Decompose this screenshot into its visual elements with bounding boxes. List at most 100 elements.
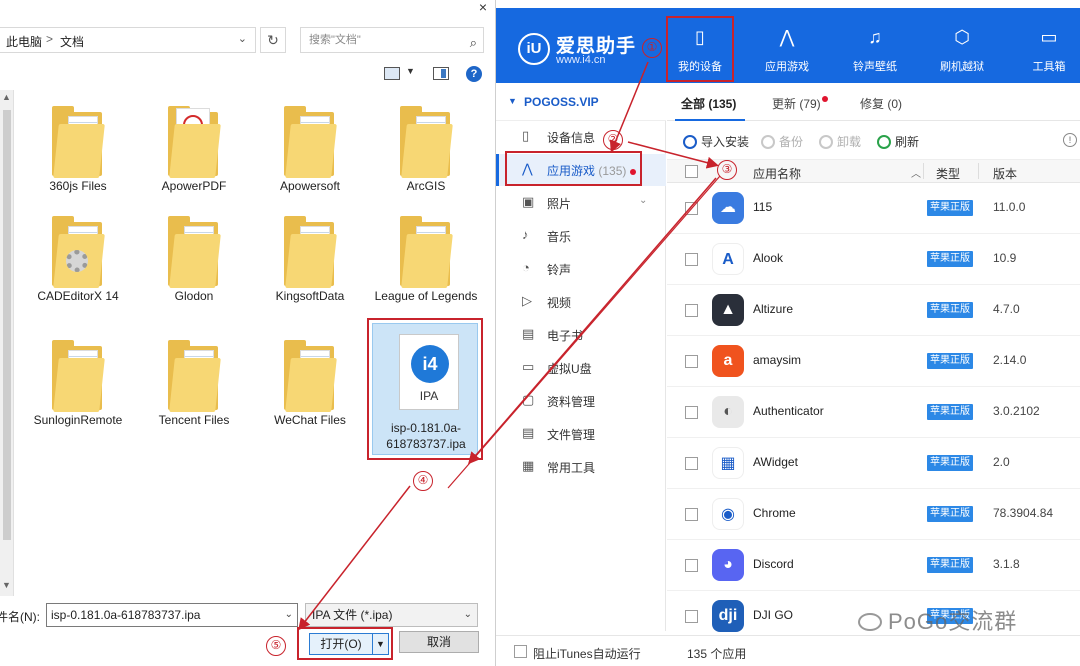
- row-checkbox[interactable]: [685, 610, 698, 623]
- table-row[interactable]: ◐ Authenticator 苹果正版 3.0.2102: [667, 387, 1080, 438]
- import-install-button[interactable]: 导入安装: [683, 133, 749, 150]
- chevron-down-icon[interactable]: ⌄: [238, 32, 247, 45]
- breadcrumb-separator: >: [46, 32, 54, 46]
- row-checkbox[interactable]: [685, 355, 698, 368]
- step-3-marker: ③: [717, 160, 737, 180]
- device-selector[interactable]: ▼ POGOSS.VIP: [496, 83, 666, 121]
- ipa-file-item[interactable]: i4 IPA isp-0.181.0a-618783737.ipa: [372, 323, 478, 455]
- nav-item[interactable]: ⬡ 刷机越狱: [922, 20, 1002, 82]
- device-name: POGOSS.VIP: [524, 95, 599, 109]
- breadcrumb-this-pc[interactable]: 此电脑: [6, 33, 42, 50]
- tab-updates[interactable]: 更新 (79): [772, 95, 828, 112]
- table-row[interactable]: A Alook 苹果正版 10.9: [667, 234, 1080, 285]
- table-row[interactable]: ◕ Discord 苹果正版 3.1.8: [667, 540, 1080, 591]
- file-item[interactable]: 360js Files: [22, 96, 134, 206]
- refresh-icon[interactable]: ↻: [260, 27, 286, 53]
- folder-icon: [400, 106, 454, 178]
- sidebar-item[interactable]: ♪ 音乐: [496, 220, 666, 252]
- search-input[interactable]: 搜索"文档" ⌕: [300, 27, 484, 53]
- file-item[interactable]: KingsoftData: [254, 206, 366, 316]
- sidebar-item[interactable]: ◔ 铃声: [496, 253, 666, 285]
- refresh-button[interactable]: 刷新: [877, 133, 919, 150]
- sidebar-item[interactable]: ▣ 照片 ⌄: [496, 187, 666, 219]
- filetype-select[interactable]: IPA 文件 (*.ipa) ⌄: [305, 603, 478, 627]
- split-arrow-icon[interactable]: ▼: [372, 634, 388, 654]
- nav-item[interactable]: ⋀ 应用游戏: [747, 20, 827, 82]
- column-type[interactable]: 类型: [936, 165, 960, 182]
- preview-pane-icon[interactable]: [433, 67, 449, 80]
- scroll-down-icon[interactable]: ▼: [2, 580, 11, 590]
- row-checkbox[interactable]: [685, 457, 698, 470]
- sidebar-item-text: 视频: [547, 296, 572, 310]
- tab-repair[interactable]: 修复 (0): [860, 95, 902, 112]
- table-row[interactable]: a amaysim 苹果正版 2.14.0: [667, 336, 1080, 387]
- file-item[interactable]: SunloginRemote: [22, 330, 134, 440]
- filename-field[interactable]: isp-0.181.0a-618783737.ipa ⌄: [46, 603, 298, 627]
- column-version[interactable]: 版本: [993, 165, 1017, 182]
- column-app-name[interactable]: 应用名称: [753, 165, 801, 182]
- sort-up-icon[interactable]: ︿: [911, 165, 921, 180]
- sidebar-item-text: 常用工具: [547, 461, 596, 475]
- help-icon[interactable]: ?: [466, 66, 482, 82]
- sidebar-item[interactable]: ▷ 视频: [496, 286, 666, 318]
- cancel-button[interactable]: 取消: [399, 631, 479, 653]
- table-row[interactable]: ▲ Altizure 苹果正版 4.7.0: [667, 285, 1080, 336]
- info-icon[interactable]: !: [1063, 133, 1077, 147]
- row-checkbox[interactable]: [685, 406, 698, 419]
- close-icon[interactable]: ×: [472, 0, 494, 16]
- sidebar-item[interactable]: ▭ 虚拟U盘: [496, 352, 666, 384]
- file-item[interactable]: Apowersoft: [254, 96, 366, 206]
- table-row[interactable]: ☁ 115 苹果正版 11.0.0: [667, 183, 1080, 234]
- block-itunes-checkbox[interactable]: [514, 645, 527, 658]
- file-item[interactable]: ArcGIS: [370, 96, 482, 206]
- nav-item[interactable]: ♫ 铃声壁纸: [835, 20, 915, 82]
- sidebar-item[interactable]: ▤ 文件管理: [496, 418, 666, 450]
- app-type-badge: 苹果正版: [927, 404, 973, 420]
- file-item[interactable]: League of Legends: [370, 206, 482, 316]
- open-button[interactable]: 打开(O) ▼: [309, 633, 389, 655]
- chevron-down-icon[interactable]: ▼: [406, 66, 415, 76]
- sidebar-item-text: 资料管理: [547, 395, 596, 409]
- caret-down-icon[interactable]: ▼: [508, 96, 517, 106]
- chevron-down-icon[interactable]: ⌄: [285, 604, 293, 626]
- file-item[interactable]: CADEditorX 14: [22, 206, 134, 316]
- row-checkbox[interactable]: [685, 253, 698, 266]
- nav-item-label: 铃声壁纸: [853, 61, 897, 73]
- sidebar-item[interactable]: ▤ 电子书: [496, 319, 666, 351]
- tab-all[interactable]: 全部 (135): [681, 95, 736, 112]
- usb-icon: ▭: [522, 359, 535, 374]
- folder-icon: ▢: [522, 392, 535, 407]
- view-mode-icon[interactable]: [384, 67, 400, 80]
- dialog-toolbar: ▼ ?: [0, 62, 496, 86]
- step-2-marker: ②: [603, 130, 623, 150]
- select-all-checkbox[interactable]: [685, 165, 698, 178]
- row-checkbox[interactable]: [685, 559, 698, 572]
- navigation-scrollbar[interactable]: ▲ ▼: [0, 90, 14, 596]
- backup-button[interactable]: 备份: [761, 133, 803, 150]
- file-item[interactable]: PDFApowerPDF: [138, 96, 250, 206]
- i4-assistant-window: iU 爱思助手 www.i4.cn ▯ 我的设备 ⋀ 应用游戏 ♫ 铃声壁纸 ⬡ 刷机越狱 ▭ 工…: [496, 0, 1080, 666]
- file-item[interactable]: WeChat Files: [254, 330, 366, 440]
- backup-icon: [761, 135, 775, 149]
- file-item[interactable]: Glodon: [138, 206, 250, 316]
- scroll-thumb[interactable]: [3, 110, 11, 540]
- search-icon[interactable]: ⌕: [470, 31, 477, 55]
- row-checkbox[interactable]: [685, 202, 698, 215]
- chevron-down-icon[interactable]: ⌄: [639, 195, 647, 206]
- breadcrumb-documents[interactable]: 文档: [60, 33, 84, 50]
- sidebar-item[interactable]: ▢ 资料管理: [496, 385, 666, 417]
- row-checkbox[interactable]: [685, 304, 698, 317]
- scroll-up-icon[interactable]: ▲: [2, 92, 11, 102]
- nav-item[interactable]: ▭ 工具箱: [1009, 20, 1080, 82]
- app-name: Discord: [753, 557, 794, 571]
- sidebar-item[interactable]: ▦ 常用工具: [496, 451, 666, 483]
- file-item[interactable]: Tencent Files: [138, 330, 250, 440]
- row-checkbox[interactable]: [685, 508, 698, 521]
- table-row[interactable]: ◉ Chrome 苹果正版 78.3904.84: [667, 489, 1080, 540]
- address-bar[interactable]: 此电脑 > 文档 ⌄: [0, 27, 256, 53]
- uninstall-button[interactable]: 卸载: [819, 133, 861, 150]
- sidebar-item[interactable]: ▯ 设备信息: [496, 121, 666, 153]
- sidebar-item-label: 设备信息: [547, 129, 595, 146]
- table-row[interactable]: ▦ AWidget 苹果正版 2.0: [667, 438, 1080, 489]
- chevron-down-icon[interactable]: ⌄: [464, 604, 472, 626]
